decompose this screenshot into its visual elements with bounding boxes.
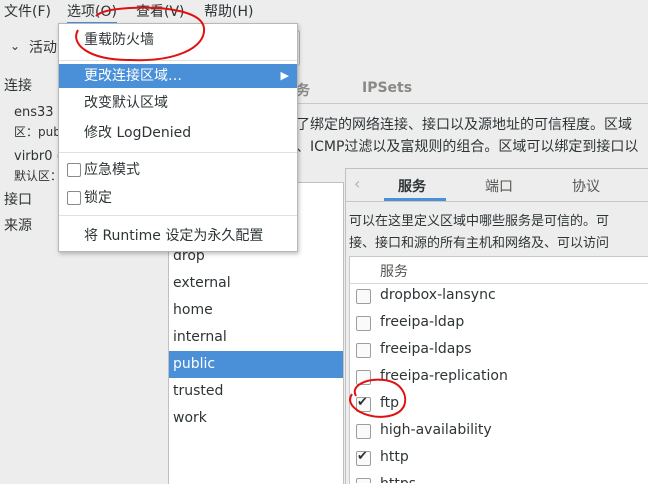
menu-options[interactable]: 选项(O) — [67, 2, 117, 24]
service-name: dropbox-lansync — [380, 287, 496, 303]
service-row: freeipa-replication — [350, 364, 648, 391]
lockdown-checkbox[interactable] — [67, 191, 81, 205]
service-name: freeipa-ldaps — [380, 341, 472, 357]
zone-item-trusted[interactable]: trusted — [173, 378, 343, 405]
menu-separator — [59, 60, 297, 61]
panic-mode-checkbox[interactable] — [67, 163, 81, 177]
menu-item-lockdown[interactable]: 锁定 — [59, 186, 297, 210]
menu-item-runtime-to-permanent[interactable]: 将 Runtime 设定为永久配置 — [59, 224, 297, 248]
services-description-line2: 接、接口和源的所有主机和网络及、可以访问 — [349, 236, 610, 251]
menu-item-label: 改变默认区域 — [84, 95, 168, 111]
service-name: freeipa-replication — [380, 368, 508, 384]
service-row: freeipa-ldap — [350, 310, 648, 337]
menu-item-label: 锁定 — [84, 190, 112, 206]
connection-ens33[interactable]: ens33 — [14, 105, 54, 120]
subtab-services[interactable]: 服务 — [398, 176, 426, 196]
menu-item-label: 修改 LogDenied — [84, 125, 192, 141]
zone-item-public[interactable]: public — [169, 351, 343, 378]
zone-item-internal[interactable]: internal — [173, 324, 343, 351]
service-checkbox[interactable] — [356, 316, 371, 331]
tab-services-top[interactable]: 务 — [296, 80, 310, 100]
menu-item-label: 将 Runtime 设定为永久配置 — [84, 228, 264, 244]
zone-description-line1: 了绑定的网络连接、接口以及源地址的可信程度。区域 — [296, 117, 632, 133]
service-checkbox[interactable] — [356, 478, 371, 483]
active-tab-indicator — [384, 198, 446, 201]
service-name: https — [380, 476, 416, 483]
chevron-down-icon[interactable]: ⌄ — [10, 39, 20, 53]
service-row: https — [350, 472, 648, 483]
connection-ens33-zone: 区：pub — [14, 125, 61, 139]
subtab-ports[interactable]: 端口 — [485, 176, 513, 196]
service-checkbox[interactable] — [356, 424, 371, 439]
divider — [296, 103, 648, 104]
service-row: high-availability — [350, 418, 648, 445]
connection-virbr0[interactable]: virbr0 ( — [14, 149, 62, 164]
zone-description-line2: 、ICMP过滤以及富规则的组合。区域可以绑定到接口以 — [296, 139, 639, 155]
service-name: ftp — [380, 395, 400, 411]
tab-ipsets[interactable]: IPSets — [362, 80, 412, 96]
service-row: ftp — [350, 391, 648, 418]
connection-virbr0-zone: 默认区： — [14, 169, 63, 183]
service-name: freeipa-ldap — [380, 314, 465, 330]
activate-label[interactable]: 活动 — [29, 37, 57, 57]
menu-file[interactable]: 文件(F) — [4, 2, 51, 22]
options-menu: 重载防火墙 更改连接区域… ▶ 改变默认区域 修改 LogDenied 应急模式… — [58, 23, 298, 252]
menu-item-panic-mode[interactable]: 应急模式 — [59, 158, 297, 182]
service-checkbox[interactable] — [356, 395, 371, 412]
menu-item-label: 应急模式 — [84, 162, 140, 178]
sources-label[interactable]: 来源 — [4, 215, 32, 235]
menu-item-change-default-zone[interactable]: 改变默认区域 — [59, 91, 297, 115]
service-row: dropbox-lansync — [350, 283, 648, 310]
services-column-header[interactable]: 服务 — [380, 261, 408, 281]
chevron-left-icon[interactable]: ‹ — [354, 174, 360, 193]
service-checkbox[interactable] — [356, 449, 371, 466]
menu-view[interactable]: 查看(V) — [136, 2, 185, 22]
menu-help[interactable]: 帮助(H) — [204, 2, 253, 22]
ports-label[interactable]: 接口 — [4, 189, 32, 209]
submenu-arrow-icon: ▶ — [280, 69, 289, 82]
service-row: http — [350, 445, 648, 472]
menu-item-reload-firewall[interactable]: 重载防火墙 — [59, 28, 297, 52]
service-name: http — [380, 449, 409, 465]
menu-separator — [59, 152, 297, 153]
services-description-line1: 可以在这里定义区域中哪些服务是可信的。可 — [349, 214, 610, 229]
menu-item-log-denied[interactable]: 修改 LogDenied — [59, 121, 297, 145]
menu-item-change-zone[interactable]: 更改连接区域… ▶ — [59, 64, 297, 88]
service-checkbox[interactable] — [356, 343, 371, 358]
zone-item-external[interactable]: external — [173, 270, 343, 297]
service-row: freeipa-ldaps — [350, 337, 648, 364]
subtab-protocols[interactable]: 协议 — [572, 176, 600, 196]
zone-item-work[interactable]: work — [173, 405, 343, 432]
service-checkbox[interactable] — [356, 370, 371, 385]
menu-item-label: 重载防火墙 — [84, 32, 154, 48]
menubar: 文件(F) 选项(O) 查看(V) 帮助(H) — [0, 0, 648, 24]
menu-item-label: 更改连接区域… — [84, 68, 182, 84]
menu-separator — [59, 215, 297, 216]
service-checkbox[interactable] — [356, 289, 371, 304]
connections-label: 连接 — [4, 78, 32, 94]
zone-item-home[interactable]: home — [173, 297, 343, 324]
service-name: high-availability — [380, 422, 492, 438]
